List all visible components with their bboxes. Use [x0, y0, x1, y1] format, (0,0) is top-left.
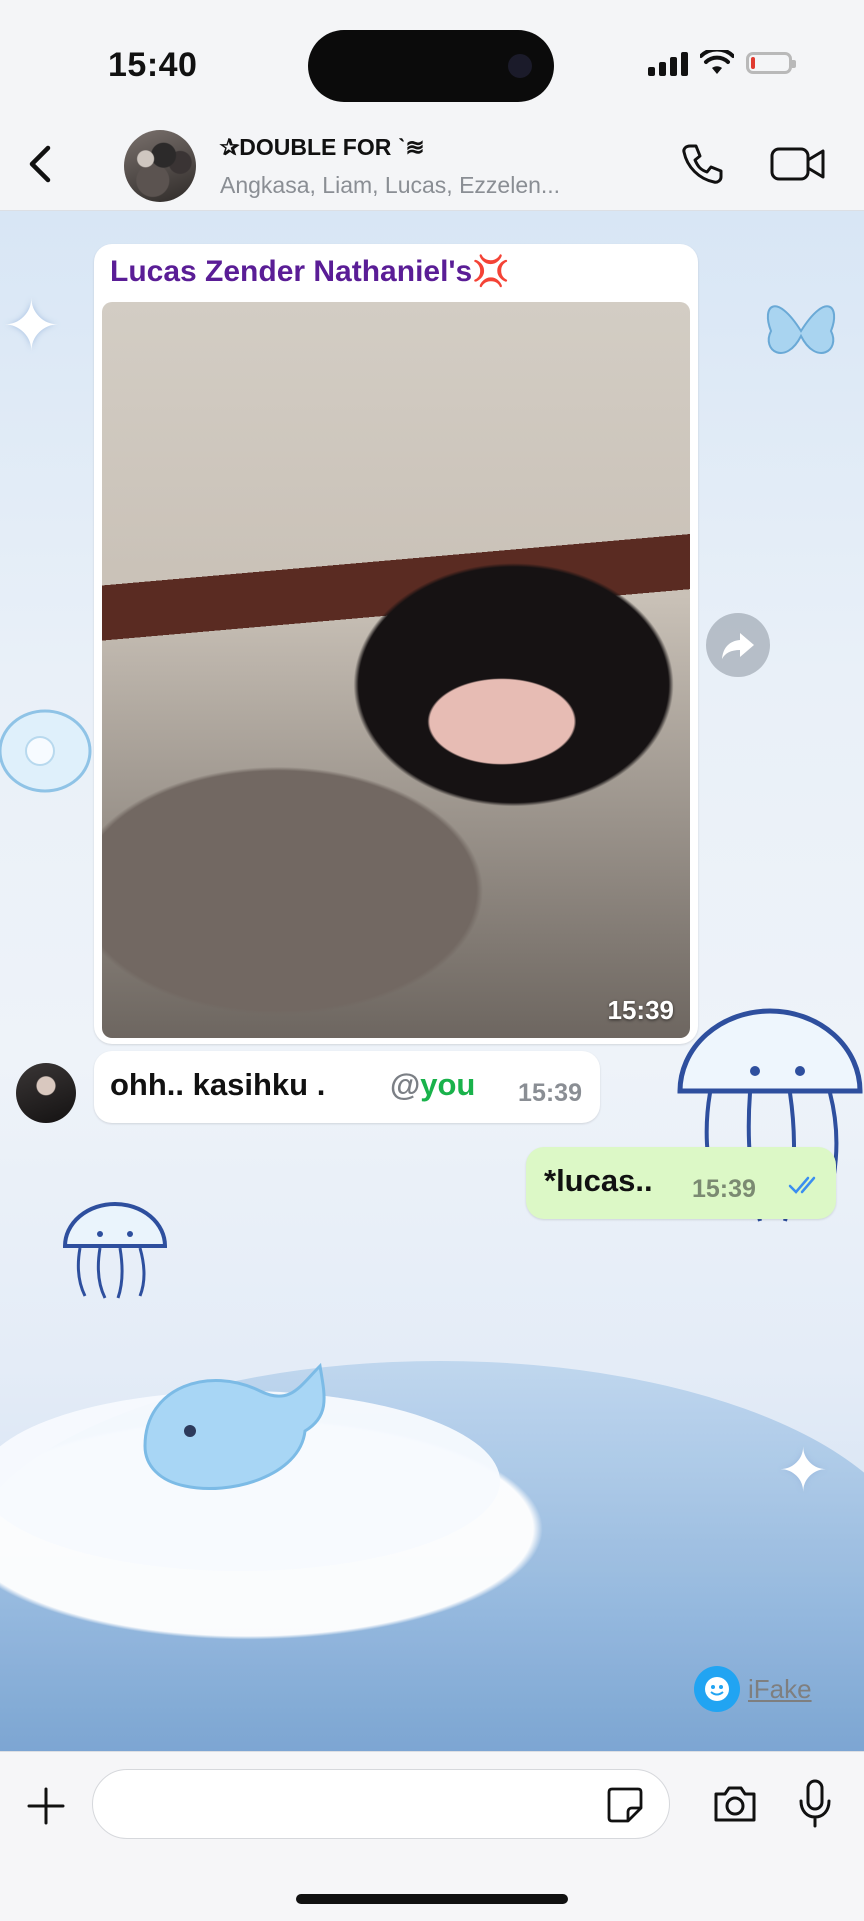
home-indicator[interactable]: [296, 1894, 568, 1904]
input-bar: [0, 1751, 864, 1921]
sticker-button[interactable]: [604, 1784, 646, 1826]
butterfly-icon: [766, 305, 836, 354]
dynamic-island: [308, 30, 554, 102]
chevron-left-icon: [29, 145, 51, 183]
mention-at: @: [390, 1067, 421, 1102]
mention[interactable]: @you: [390, 1067, 475, 1103]
message-time: 15:39: [692, 1175, 756, 1203]
forward-icon: [722, 633, 754, 659]
status-time: 15:40: [108, 46, 198, 84]
status-icons: [648, 50, 796, 76]
watermark-text: iFake: [748, 1673, 812, 1704]
shared-photo[interactable]: 15:39: [102, 302, 690, 1038]
smile-icon: [694, 1666, 740, 1712]
plus-icon: [27, 1787, 65, 1825]
group-avatar[interactable]: [124, 130, 196, 202]
whale-icon: [143, 1362, 326, 1491]
phone-icon: [682, 144, 723, 184]
forward-button[interactable]: [706, 613, 770, 677]
wifi-icon: [700, 50, 734, 74]
group-title[interactable]: ✰DOUBLE FOR ˋ≋: [220, 134, 425, 161]
back-button[interactable]: [16, 140, 64, 188]
camera-icon: [714, 1786, 756, 1822]
group-members[interactable]: Angkasa, Liam, Lucas, Ezzelen...: [220, 172, 660, 199]
jellyfish-icon: [62, 1202, 168, 1299]
incoming-message-bubble[interactable]: ohh.. kasihku . @you 15:39: [94, 1051, 600, 1123]
signal-icon: [648, 50, 688, 76]
mention-name: you: [420, 1067, 476, 1102]
sparkle-icon: ✦: [2, 287, 61, 365]
camera-button[interactable]: [710, 1780, 760, 1828]
video-camera-icon: [770, 147, 825, 181]
battery-icon: [746, 52, 796, 74]
message-time: 15:39: [607, 995, 675, 1025]
microphone-button[interactable]: [792, 1776, 838, 1832]
voice-call-button[interactable]: [676, 138, 728, 190]
chat-background: ✦ ✦ Lucas Zender Nathaniel's💢 15:39 ohh.…: [0, 211, 864, 1751]
watermark: iFake: [694, 1666, 812, 1712]
image-message-bubble[interactable]: Lucas Zender Nathaniel's💢 15:39: [94, 244, 698, 1044]
sender-name[interactable]: Lucas Zender Nathaniel's💢: [110, 254, 510, 289]
message-text: ohh.. kasihku .: [110, 1067, 326, 1102]
message-input[interactable]: [92, 1769, 670, 1839]
message-text: *lucas..: [544, 1163, 653, 1198]
double-check-icon: [788, 1176, 816, 1194]
shell-decoration: [0, 709, 92, 793]
sticker-icon: [607, 1787, 643, 1823]
chat-header: ✰DOUBLE FOR ˋ≋ Angkasa, Liam, Lucas, Ezz…: [0, 120, 864, 211]
attach-button[interactable]: [22, 1782, 70, 1830]
outgoing-message-bubble[interactable]: *lucas.. 15:39: [526, 1147, 836, 1219]
sender-avatar[interactable]: [16, 1063, 76, 1123]
video-call-button[interactable]: [766, 138, 830, 190]
message-time: 15:39: [518, 1079, 582, 1107]
status-bar: 15:40: [0, 0, 864, 120]
microphone-icon: [799, 1779, 831, 1828]
sparkle-icon: ✦: [778, 1437, 829, 1504]
